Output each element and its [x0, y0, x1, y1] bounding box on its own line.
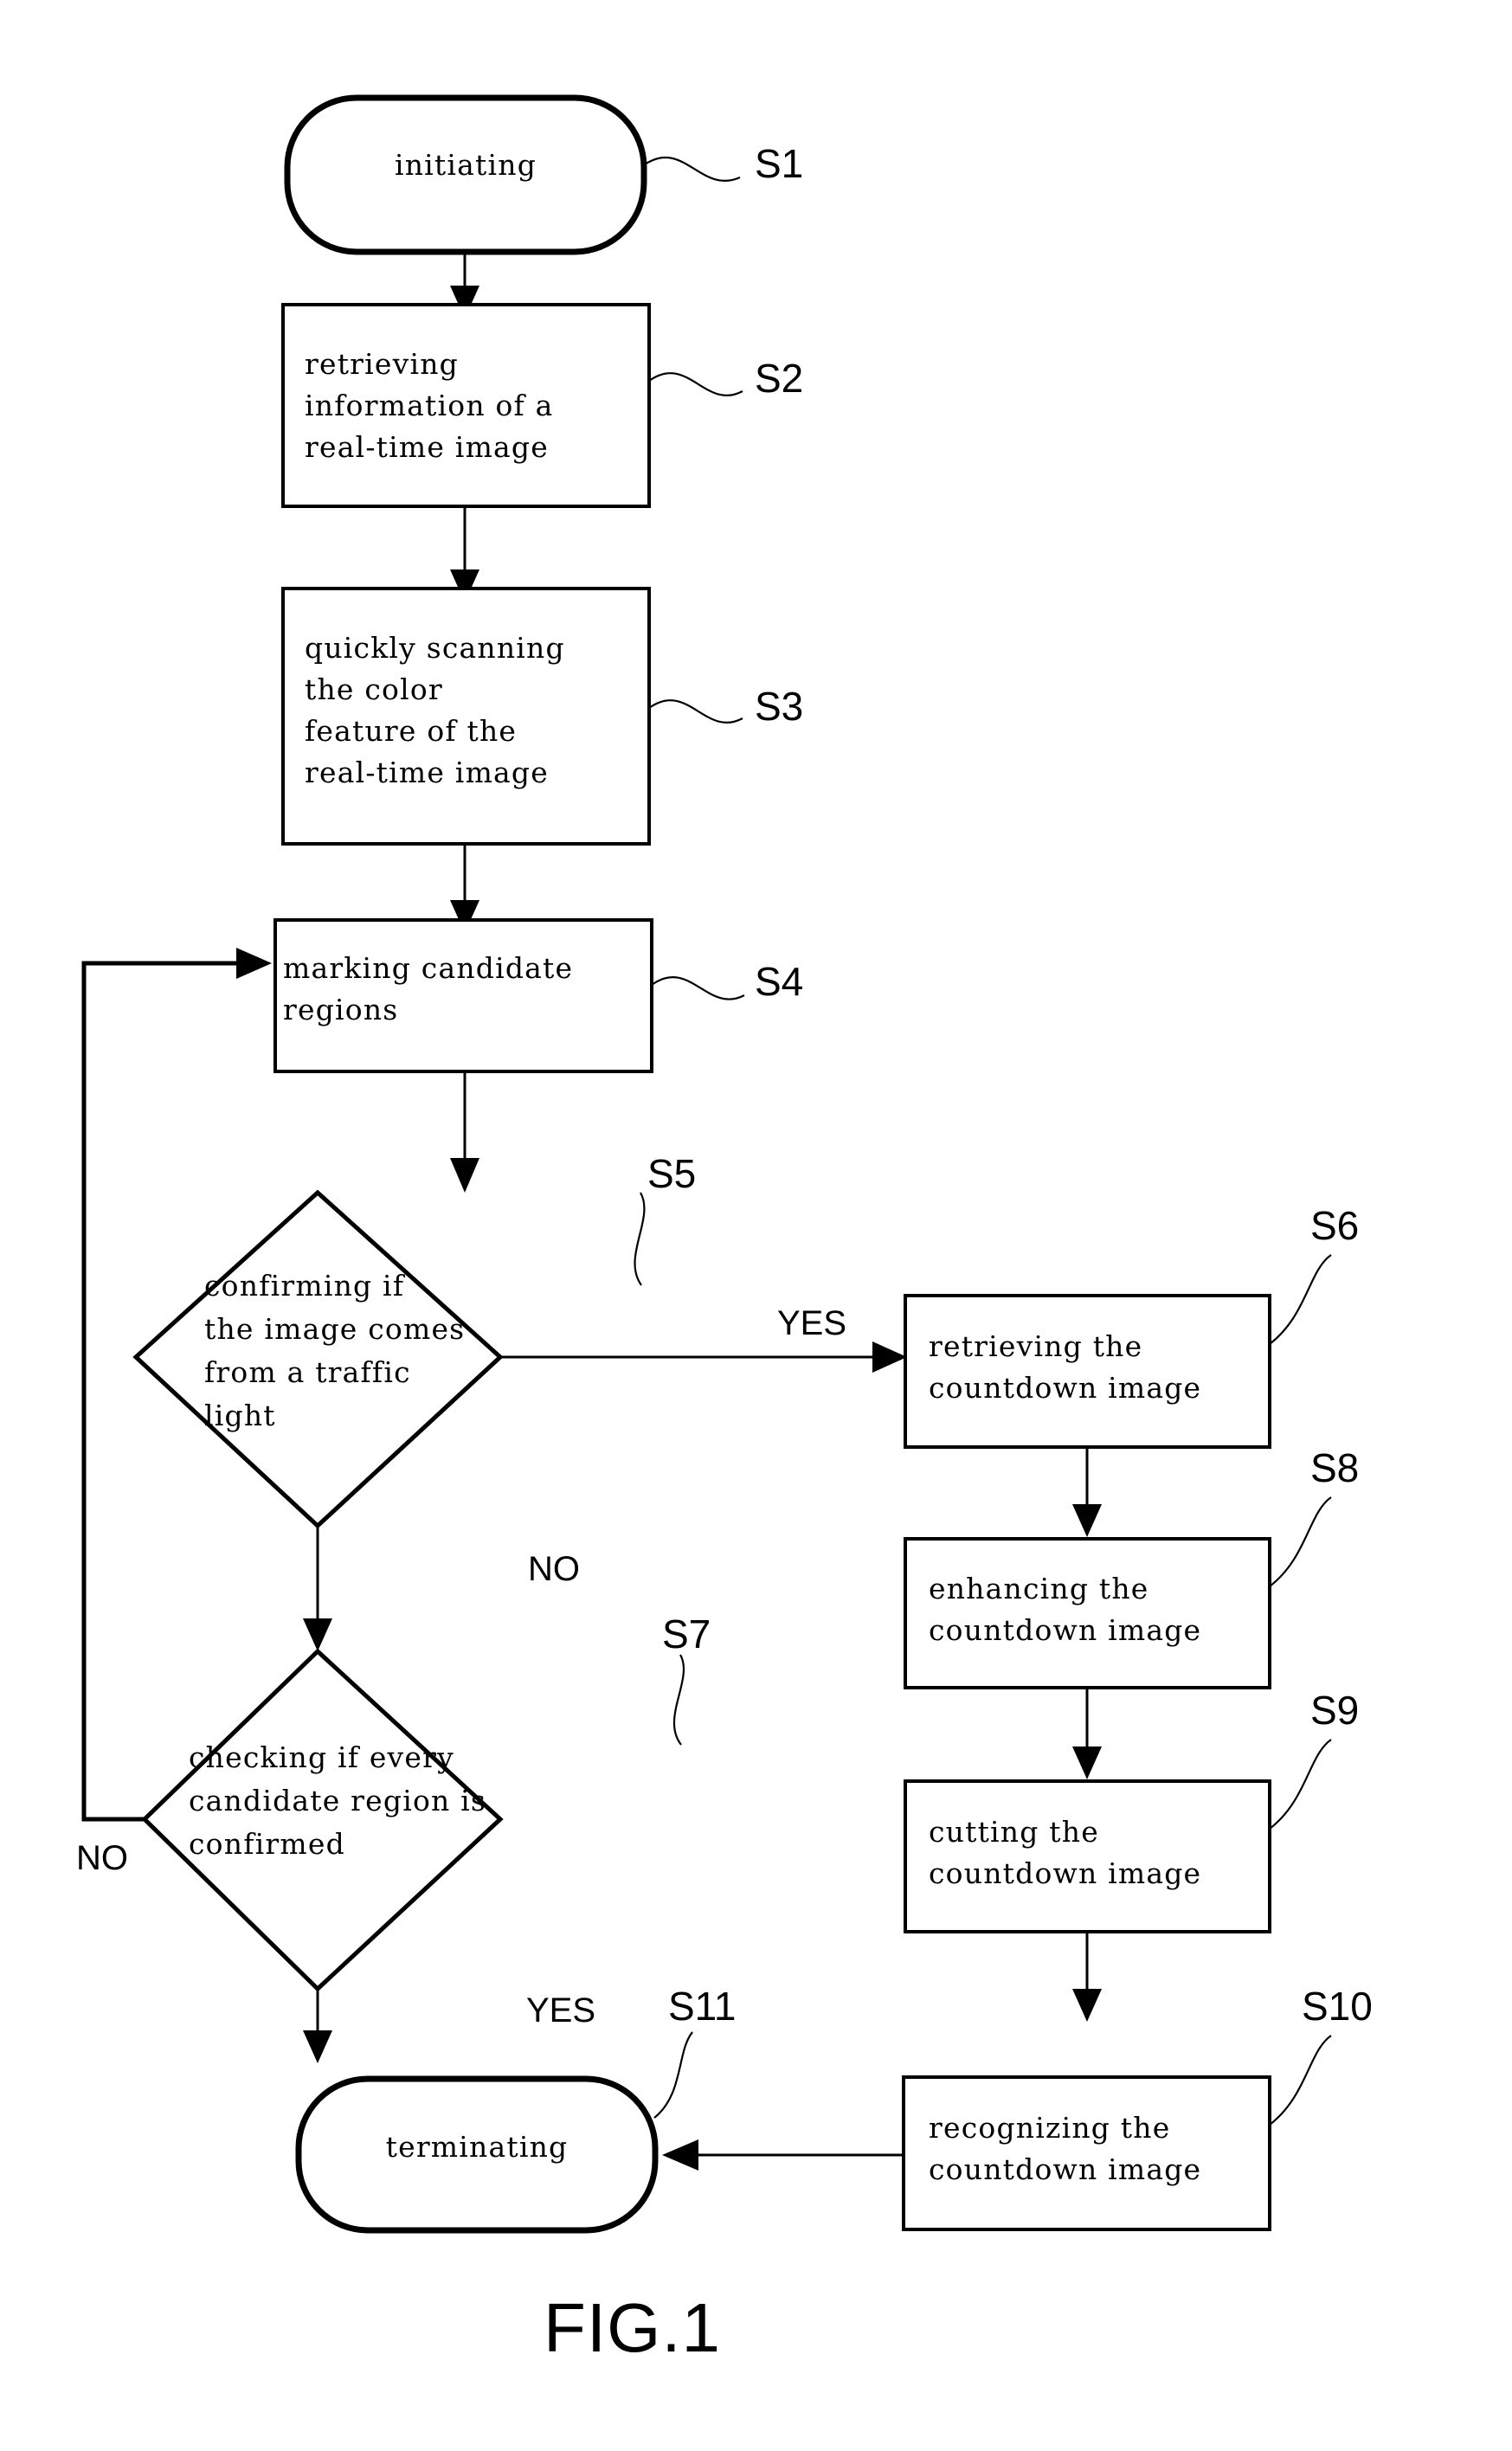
node-s4-marking-candidate-regions[interactable]: marking candidate regions: [273, 918, 653, 1073]
step-label-s11: S11: [668, 1984, 736, 2029]
connector-s8-to-s9: [1072, 1688, 1102, 1779]
node-s2-line-3: real-time image: [305, 430, 549, 464]
node-s10-line-2: countdown image: [929, 2152, 1201, 2186]
svg-text:initiating: initiating: [395, 148, 537, 182]
connector-s4-to-s5: [450, 1073, 479, 1193]
node-s5-line-1: confirming if: [204, 1269, 406, 1303]
node-s7-line-1: checking if every: [189, 1740, 454, 1774]
node-s2-line-2: information of a: [305, 389, 554, 422]
step-label-s5: S5: [647, 1151, 696, 1196]
step-label-s9: S9: [1310, 1688, 1359, 1733]
connector-s7-yes-to-s11: [303, 1989, 332, 2063]
step-label-s1: S1: [755, 141, 803, 186]
node-s6-line-2: countdown image: [929, 1371, 1201, 1405]
node-s10-line-1: recognizing the: [929, 2111, 1170, 2145]
step-label-s3: S3: [755, 684, 803, 729]
node-s9-line-1: cutting the: [929, 1815, 1099, 1849]
node-s3-line-2: the color: [305, 672, 443, 706]
leader-s3: [648, 699, 743, 724]
leader-s4: [651, 976, 745, 1000]
node-s8-enhancing-countdown-image[interactable]: enhancing the countdown image: [904, 1537, 1271, 1689]
leader-s5: [634, 1192, 646, 1286]
node-s3-line-3: feature of the: [305, 714, 517, 748]
leader-s1: [644, 156, 741, 182]
flowchart-canvas: initiating S1 retrieving information of …: [76, 94, 1373, 2366]
node-s7-line-3: confirmed: [189, 1827, 345, 1861]
connector-s9-to-s10: [1072, 1932, 1102, 2022]
node-s4-line-2: regions: [283, 993, 398, 1026]
node-s7-checking-candidate-regions[interactable]: checking if every candidate region is co…: [141, 1648, 504, 1992]
step-label-s4: S4: [755, 959, 803, 1004]
node-s7-line-2: candidate region is: [189, 1784, 486, 1817]
node-s8-line-1: enhancing the: [929, 1572, 1149, 1605]
node-s6-retrieving-countdown-image[interactable]: retrieving the countdown image: [904, 1294, 1271, 1449]
step-label-s7: S7: [662, 1611, 711, 1657]
node-s10-recognizing-countdown-image[interactable]: recognizing the countdown image: [902, 2075, 1271, 2231]
leader-s8: [1269, 1496, 1332, 1587]
connector-s5-yes-to-s6: [500, 1341, 907, 1373]
step-label-s8: S8: [1310, 1445, 1359, 1490]
node-s5-confirming-traffic-light[interactable]: confirming if the image comes from a tra…: [132, 1189, 504, 1529]
node-s9-cutting-countdown-image[interactable]: cutting the countdown image: [904, 1779, 1271, 1933]
node-s5-line-4: light: [204, 1399, 276, 1432]
node-s5-line-3: from a traffic: [204, 1355, 411, 1389]
step-label-s10: S10: [1302, 1984, 1373, 2029]
node-s8-line-2: countdown image: [929, 1613, 1201, 1647]
leader-s11: [653, 2031, 693, 2119]
node-s3-line-4: real-time image: [305, 756, 549, 789]
node-s1-line-1: initiating: [395, 148, 537, 182]
branch-label-s7-yes: YES: [526, 1991, 595, 2030]
node-s3-line-1: quickly scanning: [305, 631, 565, 665]
node-s9-line-2: countdown image: [929, 1856, 1201, 1890]
branch-label-s7-no: NO: [76, 1839, 128, 1877]
branch-label-s5-yes: YES: [777, 1304, 846, 1342]
connector-s5-no-to-s7: [303, 1526, 332, 1651]
branch-label-s5-no: NO: [528, 1550, 580, 1588]
node-s11-line-1: terminating: [386, 2130, 569, 2164]
leader-s2: [648, 372, 743, 396]
leader-s9: [1269, 1739, 1332, 1830]
node-s6-line-1: retrieving the: [929, 1329, 1142, 1363]
patent-flowchart-figure: initiating S1 retrieving information of …: [0, 0, 1512, 2451]
node-s5-line-2: the image comes: [204, 1312, 465, 1346]
step-label-s2: S2: [755, 356, 803, 401]
node-s1-initiating[interactable]: initiating: [284, 94, 647, 255]
step-label-s6: S6: [1310, 1203, 1359, 1248]
node-s3-quickly-scanning[interactable]: quickly scanning the color feature of th…: [281, 587, 651, 846]
figure-caption: FIG.1: [544, 2289, 721, 2366]
leader-s7: [672, 1654, 685, 1746]
connector-s6-to-s8: [1072, 1447, 1102, 1537]
node-s4-line-1: marking candidate: [283, 951, 573, 985]
svg-text:terminating: terminating: [386, 2130, 569, 2164]
connector-s10-to-s11: [662, 2139, 904, 2171]
node-s11-terminating[interactable]: terminating: [295, 2075, 659, 2234]
leader-s6: [1269, 1254, 1332, 1345]
node-s2-retrieving-information[interactable]: retrieving information of a real-time im…: [281, 303, 651, 508]
node-s2-line-1: retrieving: [305, 347, 459, 381]
leader-s10: [1269, 2035, 1332, 2126]
